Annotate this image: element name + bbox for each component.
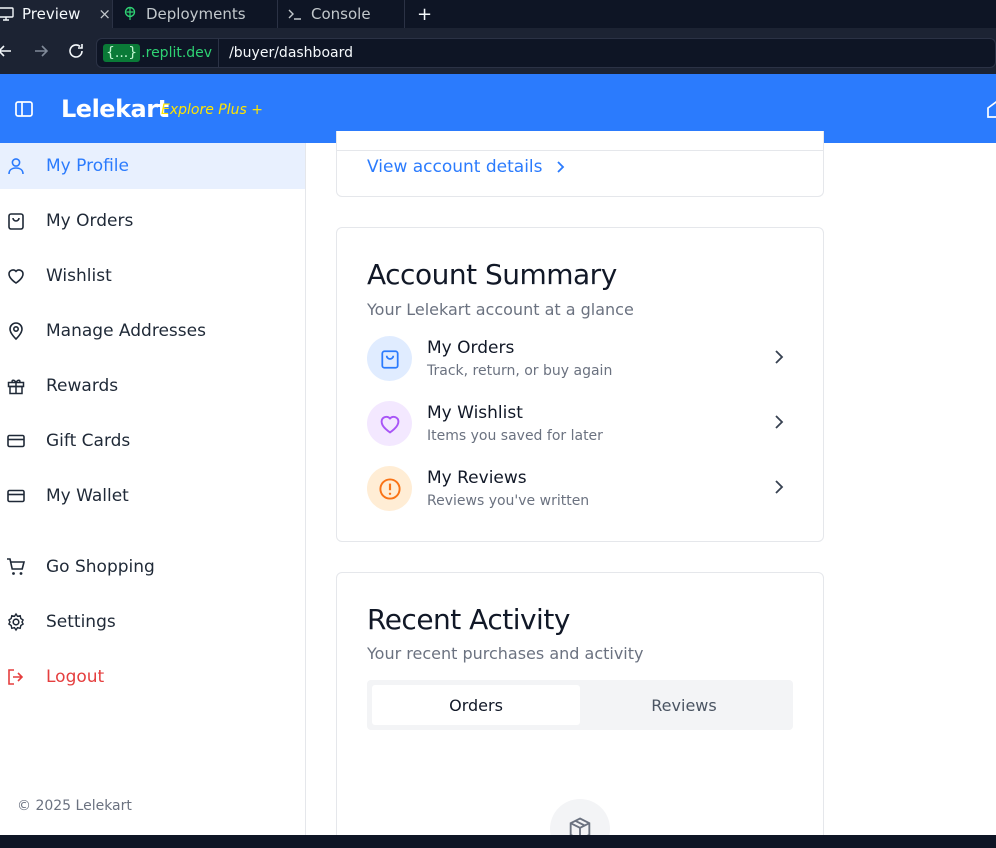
brand-logo[interactable]: Lelekart — [61, 95, 169, 123]
url-domain: {...} .replit.dev — [97, 39, 220, 67]
sidebar-item-logout[interactable]: Logout — [0, 654, 305, 700]
reload-icon — [69, 44, 83, 58]
sidebar-toggle-icon — [15, 101, 33, 117]
main-content: View account details Account Summary You… — [306, 131, 996, 835]
url-domain-brace: {...} — [103, 44, 141, 62]
account-summary-title: Account Summary — [367, 258, 617, 291]
summary-item-desc: Items you saved for later — [427, 428, 603, 444]
summary-item-reviews[interactable]: My Reviews Reviews you've written — [367, 466, 797, 516]
summary-item-title: My Reviews — [427, 468, 527, 488]
home-icon — [987, 100, 996, 118]
browser-tab-bar: Preview × Deployments Console + — [0, 0, 996, 28]
account-summary-subtitle: Your Lelekart account at a glance — [367, 300, 634, 319]
sidebar-item-wishlist[interactable]: Wishlist — [0, 253, 305, 299]
user-icon — [8, 158, 24, 175]
sidebar-item-label: Gift Cards — [46, 431, 131, 451]
sidebar-item-label: My Wallet — [46, 486, 129, 506]
monitor-icon — [0, 7, 14, 21]
app-viewport: Lelekart Explore Plus + My Profile My Or… — [0, 74, 996, 835]
summary-item-title: My Orders — [427, 338, 515, 358]
wallet-icon — [7, 489, 25, 503]
chevron-right-icon — [556, 161, 564, 173]
tab-console-label: Console — [311, 5, 371, 23]
recent-activity-subtitle: Your recent purchases and activity — [367, 644, 644, 663]
recent-activity-title: Recent Activity — [367, 603, 570, 636]
tab-preview[interactable]: Preview × — [0, 0, 112, 28]
empty-state-badge — [550, 799, 610, 835]
recent-activity-card: Recent Activity Your recent purchases an… — [336, 572, 824, 835]
back-button[interactable] — [0, 40, 16, 62]
browser-bottom-bar — [0, 835, 996, 848]
sidebar-item-manage-addresses[interactable]: Manage Addresses — [0, 308, 305, 354]
tab-reviews[interactable]: Reviews — [580, 685, 788, 725]
new-tab-button[interactable]: + — [417, 0, 432, 28]
terminal-icon — [288, 9, 301, 20]
summary-item-desc: Track, return, or buy again — [427, 363, 613, 379]
reload-button[interactable] — [65, 40, 87, 62]
chevron-right-icon — [775, 480, 784, 494]
shopping-bag-icon — [380, 349, 399, 369]
sidebar-item-my-orders[interactable]: My Orders — [0, 198, 305, 244]
sidebar-item-my-wallet[interactable]: My Wallet — [0, 473, 305, 519]
sidebar: My Profile My Orders Wishlist Manage Add… — [0, 143, 306, 835]
tab-deployments-label: Deployments — [146, 5, 246, 23]
url-path: /buyer/dashboard — [229, 45, 353, 61]
sidebar-item-label: My Orders — [46, 211, 134, 231]
tab-console[interactable]: Console — [287, 0, 371, 28]
summary-item-orders[interactable]: My Orders Track, return, or buy again — [367, 336, 797, 386]
copyright-text: © 2025 Lelekart — [17, 798, 132, 814]
alert-circle-icon — [378, 477, 401, 500]
arrow-left-icon — [0, 45, 11, 57]
deployments-icon — [124, 6, 136, 20]
divider — [337, 150, 823, 151]
gift-icon — [7, 379, 25, 395]
sidebar-item-go-shopping[interactable]: Go Shopping — [0, 544, 305, 590]
view-account-details-link[interactable]: View account details — [367, 157, 567, 177]
tab-preview-label: Preview — [22, 5, 81, 23]
url-domain-text: .replit.dev — [141, 45, 213, 61]
chevron-right-icon — [775, 350, 784, 364]
tab-orders[interactable]: Orders — [372, 685, 580, 725]
close-tab-icon[interactable]: × — [98, 5, 111, 23]
wishlist-icon-badge — [367, 401, 412, 446]
cart-icon — [7, 558, 26, 575]
sidebar-item-label: Go Shopping — [46, 557, 155, 577]
map-pin-icon — [9, 322, 23, 341]
plus-icon: + — [417, 3, 433, 25]
heart-icon — [8, 269, 24, 284]
brand-tagline: Explore Plus + — [161, 102, 263, 118]
sidebar-item-label: My Profile — [46, 156, 129, 176]
sidebar-item-label: Wishlist — [46, 266, 112, 286]
profile-card: View account details — [336, 131, 824, 197]
view-account-details-label: View account details — [367, 157, 543, 177]
chevron-right-icon — [775, 415, 784, 429]
url-field[interactable]: {...} .replit.dev /buyer/dashboard — [96, 38, 996, 68]
shopping-bag-icon — [8, 213, 24, 230]
sidebar-item-label: Manage Addresses — [46, 321, 206, 341]
tab-deployments[interactable]: Deployments — [122, 0, 246, 28]
arrow-right-icon — [35, 45, 49, 57]
summary-item-wishlist[interactable]: My Wishlist Items you saved for later — [367, 401, 797, 451]
reviews-icon-badge — [367, 466, 412, 511]
logout-icon — [8, 669, 24, 685]
sidebar-toggle-button[interactable] — [14, 99, 34, 124]
sidebar-item-settings[interactable]: Settings — [0, 599, 305, 645]
forward-button[interactable] — [30, 40, 52, 62]
orders-icon-badge — [367, 336, 412, 381]
summary-item-desc: Reviews you've written — [427, 493, 590, 509]
sidebar-item-label: Rewards — [46, 376, 119, 396]
package-icon — [569, 817, 591, 835]
credit-card-icon — [7, 434, 25, 448]
account-summary-card: Account Summary Your Lelekart account at… — [336, 227, 824, 542]
summary-item-title: My Wishlist — [427, 403, 523, 423]
sidebar-item-gift-cards[interactable]: Gift Cards — [0, 418, 305, 464]
gear-icon — [7, 612, 25, 632]
heart-icon — [380, 415, 399, 434]
activity-tabs: Orders Reviews — [367, 680, 793, 730]
sidebar-item-label: Logout — [46, 667, 105, 687]
sidebar-item-my-profile[interactable]: My Profile — [0, 143, 305, 189]
home-button[interactable] — [986, 99, 996, 124]
sidebar-item-rewards[interactable]: Rewards — [0, 363, 305, 409]
sidebar-item-label: Settings — [46, 612, 116, 632]
